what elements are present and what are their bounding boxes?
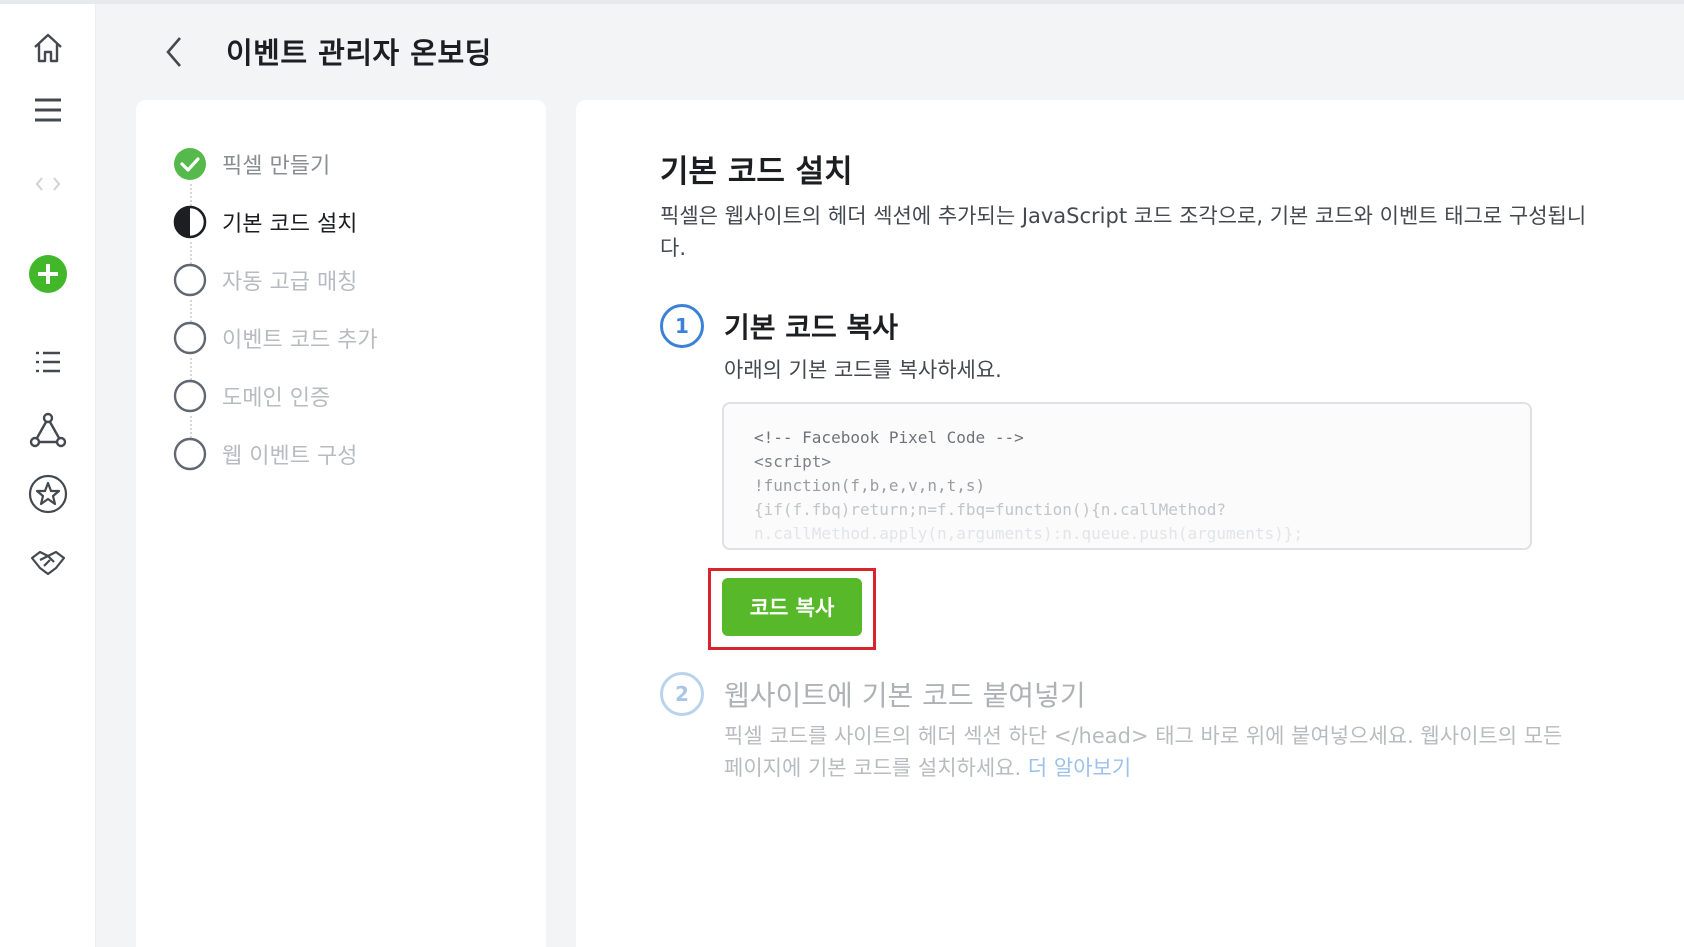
copy-code-button[interactable]: 코드 복사 (722, 578, 862, 636)
step-item-web-event-setup[interactable]: 웹 이벤트 구성 (172, 434, 357, 474)
code-line: n.callMethod.apply(n,arguments):n.queue.… (754, 524, 1304, 543)
code-line: !function(f,b,e,v,n,t,s) (754, 476, 986, 495)
step-label: 픽셀 만들기 (222, 154, 331, 179)
home-icon[interactable] (26, 26, 70, 70)
left-nav-rail (0, 4, 96, 947)
step-number-badge: 2 (660, 672, 704, 716)
check-circle-icon (172, 146, 208, 182)
handshake-icon[interactable] (26, 540, 70, 584)
step-item-add-event-code[interactable]: 이벤트 코드 추가 (172, 318, 378, 358)
learn-more-link[interactable]: 더 알아보기 (1028, 756, 1131, 780)
star-icon[interactable] (26, 472, 70, 516)
step-label: 이벤트 코드 추가 (222, 328, 378, 353)
network-icon[interactable] (26, 408, 70, 452)
empty-circle-icon (172, 436, 208, 472)
step2-title: 웹사이트에 기본 코드 붙여넣기 (724, 679, 1086, 712)
list-icon[interactable] (26, 340, 70, 384)
section-description: 픽셀은 웹사이트의 헤더 섹션에 추가되는 JavaScript 코드 조각으로… (660, 204, 1587, 260)
install-content-panel: 기본 코드 설치 픽셀은 웹사이트의 헤더 섹션에 추가되는 JavaScrip… (576, 100, 1684, 947)
step-item-install-base-code[interactable]: 기본 코드 설치 (172, 202, 357, 242)
back-chevron-icon[interactable] (156, 32, 192, 72)
empty-circle-icon (172, 262, 208, 298)
step-label: 도메인 인증 (222, 386, 331, 411)
page-title: 이벤트 관리자 온보딩 (226, 36, 492, 70)
base-code-box[interactable]: <!-- Facebook Pixel Code --> <script> !f… (722, 402, 1532, 550)
code-line: <script> (754, 452, 832, 471)
section-title: 기본 코드 설치 (660, 154, 853, 190)
menu-icon[interactable] (26, 88, 70, 132)
add-icon[interactable] (26, 252, 70, 296)
step1-description: 아래의 기본 코드를 복사하세요. (724, 358, 1002, 382)
code-line: <!-- Facebook Pixel Code --> (754, 428, 1024, 447)
step-item-domain-verification[interactable]: 도메인 인증 (172, 376, 330, 416)
step-number-badge: 1 (660, 304, 704, 348)
step2-description: 픽셀 코드를 사이트의 헤더 섹션 하단 </head> 태그 바로 위에 붙여… (724, 720, 1574, 784)
empty-circle-icon (172, 320, 208, 356)
step-item-advanced-matching[interactable]: 자동 고급 매칭 (172, 260, 357, 300)
onboarding-steps-panel: 픽셀 만들기 기본 코드 설치 자동 고급 매칭 이벤트 코드 추가 도메인 인… (136, 100, 546, 947)
placeholder-icon[interactable] (26, 162, 70, 206)
step-label: 기본 코드 설치 (222, 212, 358, 237)
step-label: 자동 고급 매칭 (222, 270, 358, 295)
half-circle-icon (172, 204, 208, 240)
step-label: 웹 이벤트 구성 (222, 444, 358, 469)
empty-circle-icon (172, 378, 208, 414)
step-item-create-pixel[interactable]: 픽셀 만들기 (172, 144, 330, 184)
step2-description-text: 픽셀 코드를 사이트의 헤더 섹션 하단 </head> 태그 바로 위에 붙여… (724, 724, 1563, 780)
main-area: 이벤트 관리자 온보딩 픽셀 만들기 기본 코드 설치 자동 고급 매칭 이벤트… (96, 4, 1684, 947)
step1-title: 기본 코드 복사 (724, 311, 899, 344)
code-line: {if(f.fbq)return;n=f.fbq=function(){n.ca… (754, 500, 1227, 519)
